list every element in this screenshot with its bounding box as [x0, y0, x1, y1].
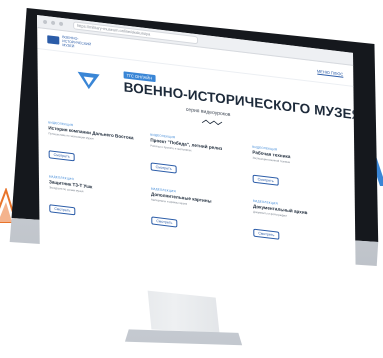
watch-button[interactable]: Смотреть: [49, 204, 76, 216]
lesson-card: ВИДЕОЛЕКЦИЯ Защитник Т3-Т Ушк Экскурсия …: [49, 174, 142, 233]
window-dot-icon[interactable]: [51, 20, 56, 26]
triangle-logo-inner-icon: [83, 76, 94, 86]
wave-divider-icon: [201, 119, 223, 126]
watch-button[interactable]: Смотреть: [48, 150, 75, 162]
monitor-screen: https://military-museum.online/ekskursiy…: [37, 15, 356, 289]
hero-subtitle: серия видеоуроков: [185, 106, 231, 119]
header-link[interactable]: МЕНЮ ПЛЮС: [316, 68, 344, 78]
lesson-card: ВИДЕОЛЕКЦИЯ Дополнительные картины Матер…: [151, 186, 244, 245]
watch-button[interactable]: Смотреть: [253, 228, 280, 240]
lesson-card: ВИДЕОЛЕКЦИЯ Рабочая техника Экспозиция в…: [252, 145, 345, 204]
window-dot-icon[interactable]: [43, 19, 48, 25]
watch-button[interactable]: Смотреть: [252, 174, 279, 186]
hero-title: ВОЕННО-ИСТОРИЧЕСКОГО МУЗЕЯ: [123, 79, 356, 123]
logo-mark-icon: [47, 35, 60, 45]
lesson-card: ВИДЕОЛЕКЦИЯ История компании Дальнего Во…: [48, 120, 141, 179]
window-dot-icon[interactable]: [59, 21, 64, 27]
monitor: https://military-museum.online/ekskursiy…: [4, 2, 382, 354]
lesson-card: ВИДЕОЛЕКЦИЯ Документальный архив Докумен…: [253, 199, 346, 258]
logo-text: ВОЕННО-ИСТОРИЧЕСКИЙ МУЗЕЙ: [62, 35, 92, 49]
site-logo[interactable]: ВОЕННО-ИСТОРИЧЕСКИЙ МУЗЕЙ: [47, 33, 92, 50]
watch-button[interactable]: Смотреть: [151, 216, 178, 228]
watch-button[interactable]: Смотреть: [150, 162, 177, 174]
lesson-card: ВИДЕОЛЕКЦИЯ Проект "Победа", летний рели…: [150, 132, 243, 191]
